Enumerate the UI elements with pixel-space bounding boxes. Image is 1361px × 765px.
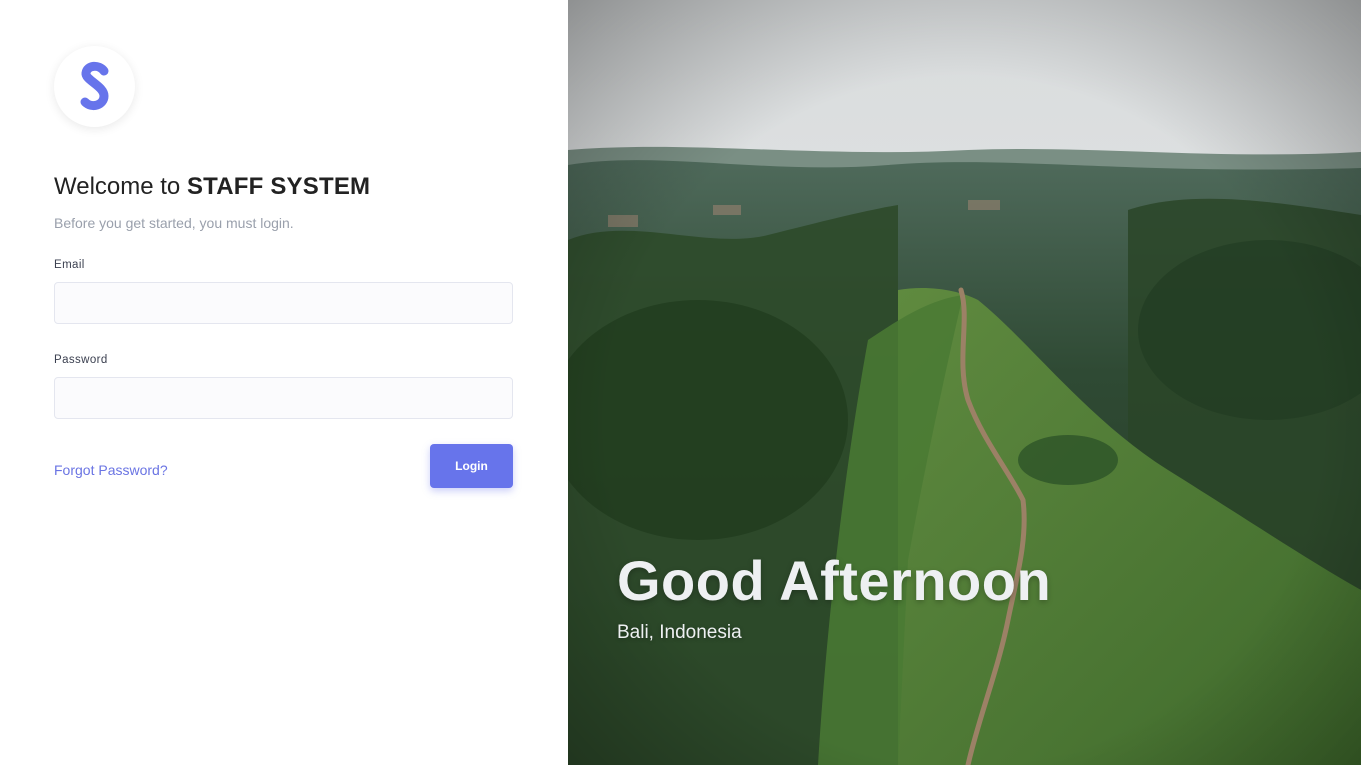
hero-greeting: Good Afternoon: [617, 549, 1052, 612]
login-subtitle: Before you get started, you must login.: [54, 215, 294, 231]
forgot-password-link[interactable]: Forgot Password?: [54, 462, 168, 478]
email-field[interactable]: [54, 282, 513, 324]
login-button[interactable]: Login: [430, 444, 513, 488]
login-panel: Welcome to STAFF SYSTEM Before you get s…: [0, 0, 568, 765]
hero-location: Bali, Indonesia: [617, 622, 742, 643]
welcome-heading: Welcome to STAFF SYSTEM: [54, 173, 370, 201]
s-logo-icon: [80, 61, 109, 110]
welcome-prefix: Welcome to: [54, 173, 187, 200]
app-logo: [54, 46, 135, 127]
email-label: Email: [54, 259, 85, 271]
password-field[interactable]: [54, 377, 513, 419]
password-label: Password: [54, 354, 108, 366]
hero-panel: Good Afternoon Bali, Indonesia: [568, 0, 1361, 765]
system-name: STAFF SYSTEM: [186, 173, 371, 200]
hero-landscape-image: [568, 0, 1361, 765]
